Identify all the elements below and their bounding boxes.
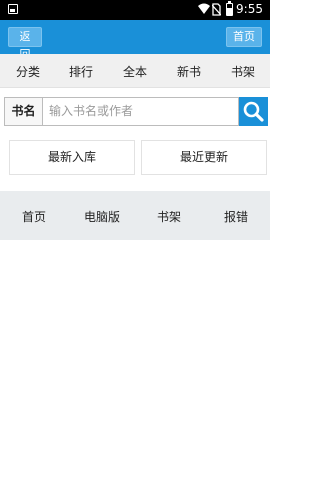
footer-item-home[interactable]: 首页 — [22, 208, 46, 225]
category-nav: 分类 排行 全本 新书 书架 — [0, 54, 270, 88]
home-button[interactable]: 首页 — [226, 27, 262, 47]
footer-item-bookshelf[interactable]: 书架 — [157, 208, 181, 225]
search-field-label: 书名 — [4, 97, 42, 126]
image-notification-icon — [8, 4, 18, 14]
nav-item-category[interactable]: 分类 — [16, 63, 40, 80]
nav-item-ranking[interactable]: 排行 — [69, 63, 93, 80]
footer-nav: 首页 电脑版 书架 报错 — [0, 191, 270, 240]
nav-item-new-books[interactable]: 新书 — [177, 63, 201, 80]
nav-item-complete[interactable]: 全本 — [123, 63, 147, 80]
footer-item-report-error[interactable]: 报错 — [224, 208, 248, 225]
clock: 9:55 — [236, 2, 263, 16]
search-bar: 书名 输入书名或作者 — [4, 97, 268, 126]
search-icon — [243, 101, 264, 122]
battery-icon — [226, 1, 233, 16]
no-sim-icon — [212, 3, 221, 16]
latest-in-button[interactable]: 最新入库 — [9, 140, 135, 175]
back-button[interactable]: 返回 — [8, 27, 42, 61]
wifi-icon — [198, 3, 210, 14]
nav-item-bookshelf[interactable]: 书架 — [231, 63, 255, 80]
footer-item-desktop-version[interactable]: 电脑版 — [84, 208, 120, 225]
app-bar: 返回 首页 — [0, 20, 270, 61]
search-button[interactable] — [239, 97, 268, 126]
recent-update-button[interactable]: 最近更新 — [141, 140, 267, 175]
search-input[interactable]: 输入书名或作者 — [42, 97, 239, 126]
status-bar: 9:55 — [0, 0, 270, 20]
